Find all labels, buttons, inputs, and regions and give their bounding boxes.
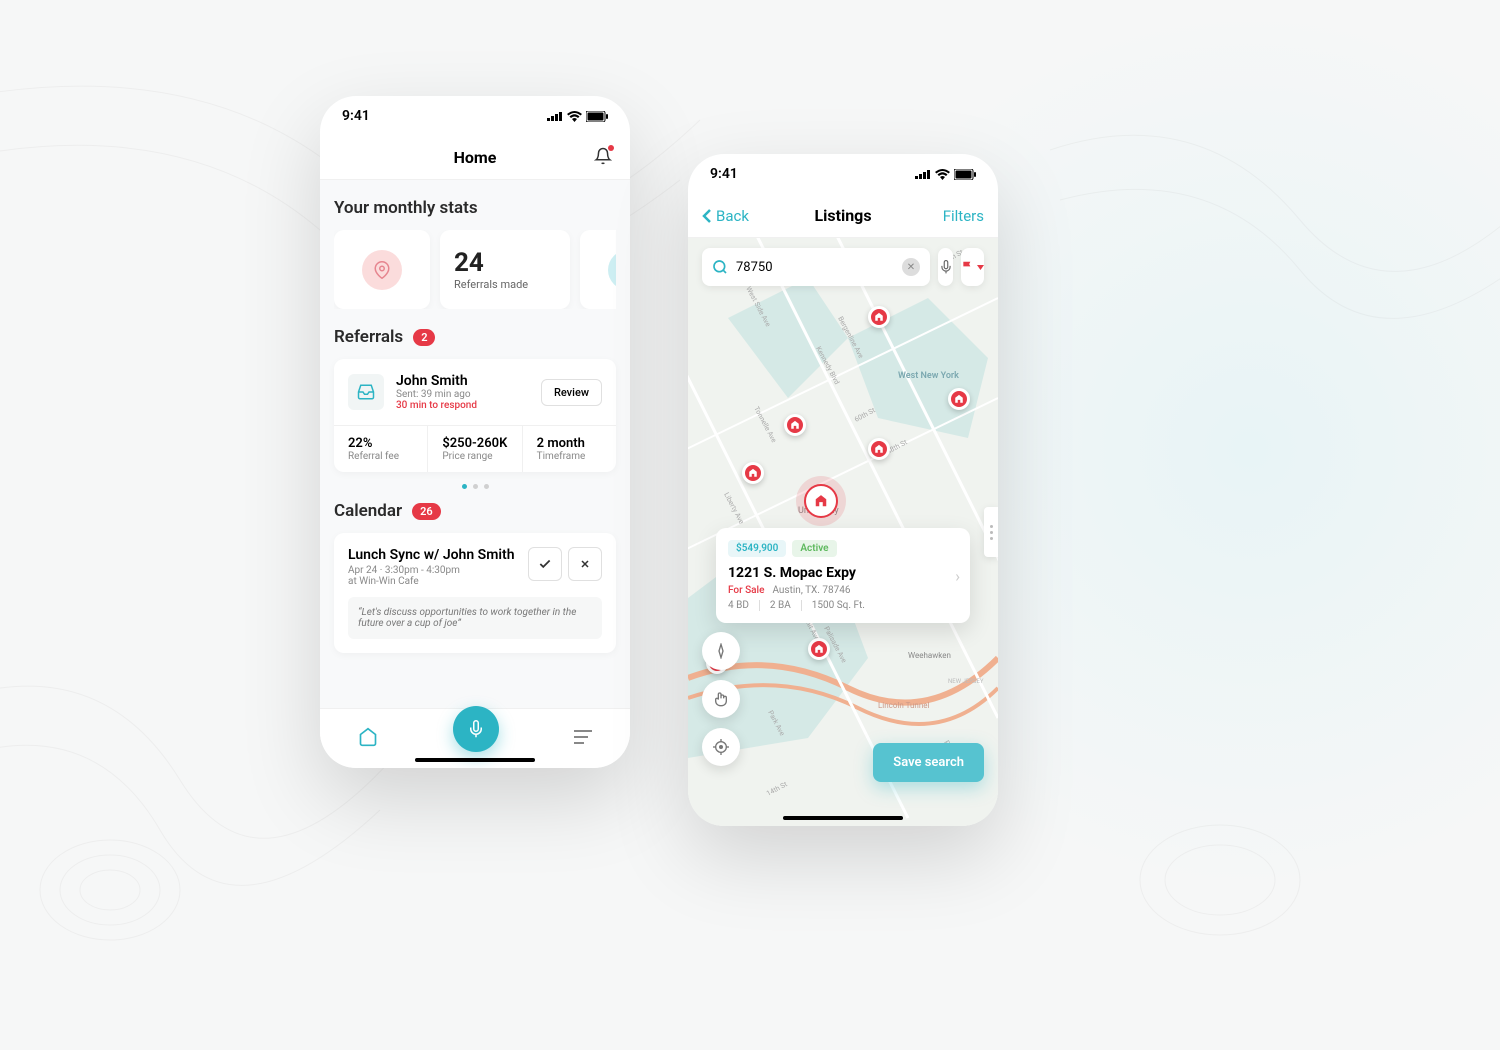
svg-text:Weehawken: Weehawken <box>908 651 951 660</box>
stats-row[interactable]: 24 Referrals made <box>334 230 616 309</box>
save-search-button[interactable]: Save search <box>873 743 984 782</box>
signal-icon <box>915 169 931 179</box>
stat-card-next[interactable] <box>580 230 616 309</box>
map-pin[interactable] <box>742 462 764 484</box>
stat-card-referrals[interactable]: 24 Referrals made <box>440 230 570 309</box>
page-title: Listings <box>814 206 871 225</box>
chevron-down-icon <box>977 265 984 270</box>
status-tag: Active <box>792 540 836 557</box>
menu-icon <box>574 730 592 744</box>
location-pin-icon <box>362 250 402 290</box>
review-button[interactable]: Review <box>541 379 602 406</box>
map-pin[interactable] <box>948 388 970 410</box>
check-icon <box>538 557 552 571</box>
locate-button[interactable] <box>702 728 740 766</box>
clear-button[interactable]: ✕ <box>902 258 920 276</box>
battery-icon <box>586 111 608 122</box>
event-location: at Win-Win Cafe <box>348 576 515 587</box>
tab-home[interactable] <box>358 727 378 751</box>
flag-icon <box>961 260 975 274</box>
event-title: Lunch Sync w/ John Smith <box>348 547 515 563</box>
referral-name: John Smith <box>396 373 529 389</box>
decline-button[interactable] <box>568 547 602 581</box>
nav-bar-listings: Back Listings Filters <box>688 194 998 238</box>
nav-bar-home: Home <box>320 136 630 180</box>
back-button[interactable]: Back <box>702 194 749 237</box>
mic-icon <box>939 260 953 274</box>
stats-heading: Your monthly stats <box>334 198 616 218</box>
referral-respond: 30 min to respond <box>396 400 529 411</box>
event-quote: “Let's discuss opportunities to work tog… <box>348 597 602 639</box>
map-pin[interactable] <box>784 414 806 436</box>
calendar-heading: Calendar 26 <box>334 501 616 521</box>
battery-icon <box>954 169 976 180</box>
view-toggle-button[interactable] <box>961 248 984 286</box>
search-input-wrap[interactable]: ✕ <box>702 248 930 286</box>
phone-home: 9:41 Home Your monthly stats 24 Referral… <box>320 96 630 768</box>
hand-draw-icon <box>713 691 729 707</box>
referral-sent: Sent: 39 min ago <box>396 389 529 400</box>
svg-text:Lincoln Tunnel: Lincoln Tunnel <box>878 701 930 710</box>
status-icons <box>915 169 976 180</box>
stat-number: 24 <box>454 248 484 278</box>
price-tag: $549,900 <box>728 540 786 557</box>
status-bar: 9:41 <box>688 154 998 194</box>
svg-text:NEW JERSEY: NEW JERSEY <box>948 678 984 685</box>
voice-search-button[interactable] <box>938 248 953 286</box>
close-icon <box>579 558 591 570</box>
status-bar: 9:41 <box>320 96 630 136</box>
phone-listings: 9:41 Back Listings Filters <box>688 154 998 826</box>
event-time: Apr 24 · 3:30pm - 4:30pm <box>348 565 515 576</box>
stat-card-icon[interactable] <box>334 230 430 309</box>
tab-menu[interactable] <box>574 729 592 748</box>
status-time: 9:41 <box>710 166 738 182</box>
referrals-badge: 2 <box>413 329 435 346</box>
calendar-badge: 26 <box>412 503 441 520</box>
search-input[interactable] <box>736 260 902 275</box>
inbox-icon <box>608 250 616 290</box>
mic-icon <box>467 720 485 738</box>
map-pin-selected[interactable] <box>804 484 838 518</box>
listings-content: West New York Union City Weehawken Linco… <box>688 238 998 826</box>
listing-address: 1221 S. Mopac Expy <box>728 565 958 581</box>
map-pin[interactable] <box>868 438 890 460</box>
svg-text:West New York: West New York <box>898 371 959 381</box>
map-pin[interactable] <box>868 306 890 328</box>
notifications-button[interactable] <box>594 147 612 169</box>
listing-card[interactable]: $549,900 Active 1221 S. Mopac Expy For S… <box>716 528 970 623</box>
sale-label: For Sale <box>728 585 764 596</box>
compass-icon <box>713 643 729 659</box>
tab-voice[interactable] <box>453 706 499 752</box>
status-icons <box>547 111 608 122</box>
compass-button[interactable] <box>702 632 740 670</box>
search-bar: ✕ <box>702 248 984 286</box>
chevron-left-icon <box>702 209 712 223</box>
search-icon <box>712 259 728 275</box>
locate-icon <box>713 739 729 755</box>
stat-label: Referrals made <box>454 278 528 291</box>
signal-icon <box>547 111 563 121</box>
wifi-icon <box>935 169 950 180</box>
status-time: 9:41 <box>342 108 370 124</box>
accept-button[interactable] <box>528 547 562 581</box>
map-pin[interactable] <box>808 638 830 660</box>
home-indicator[interactable] <box>415 758 535 762</box>
wifi-icon <box>567 111 582 122</box>
chevron-right-icon: › <box>955 566 960 585</box>
home-content: Your monthly stats 24 Referrals made Ref… <box>320 180 630 708</box>
referrals-heading: Referrals 2 <box>334 327 616 347</box>
page-dots[interactable] <box>334 484 616 489</box>
filters-button[interactable]: Filters <box>943 194 984 237</box>
notification-dot <box>608 145 614 151</box>
home-icon <box>358 727 378 747</box>
city-label: Austin, TX. 78746 <box>772 585 850 596</box>
map-edge-handle[interactable] <box>984 507 998 557</box>
calendar-event-card[interactable]: Lunch Sync w/ John Smith Apr 24 · 3:30pm… <box>334 533 616 653</box>
inbox-icon <box>348 374 384 410</box>
draw-button[interactable] <box>702 680 740 718</box>
referral-card[interactable]: John Smith Sent: 39 min ago 30 min to re… <box>334 359 616 472</box>
page-title: Home <box>454 148 497 167</box>
home-indicator[interactable] <box>783 816 903 820</box>
